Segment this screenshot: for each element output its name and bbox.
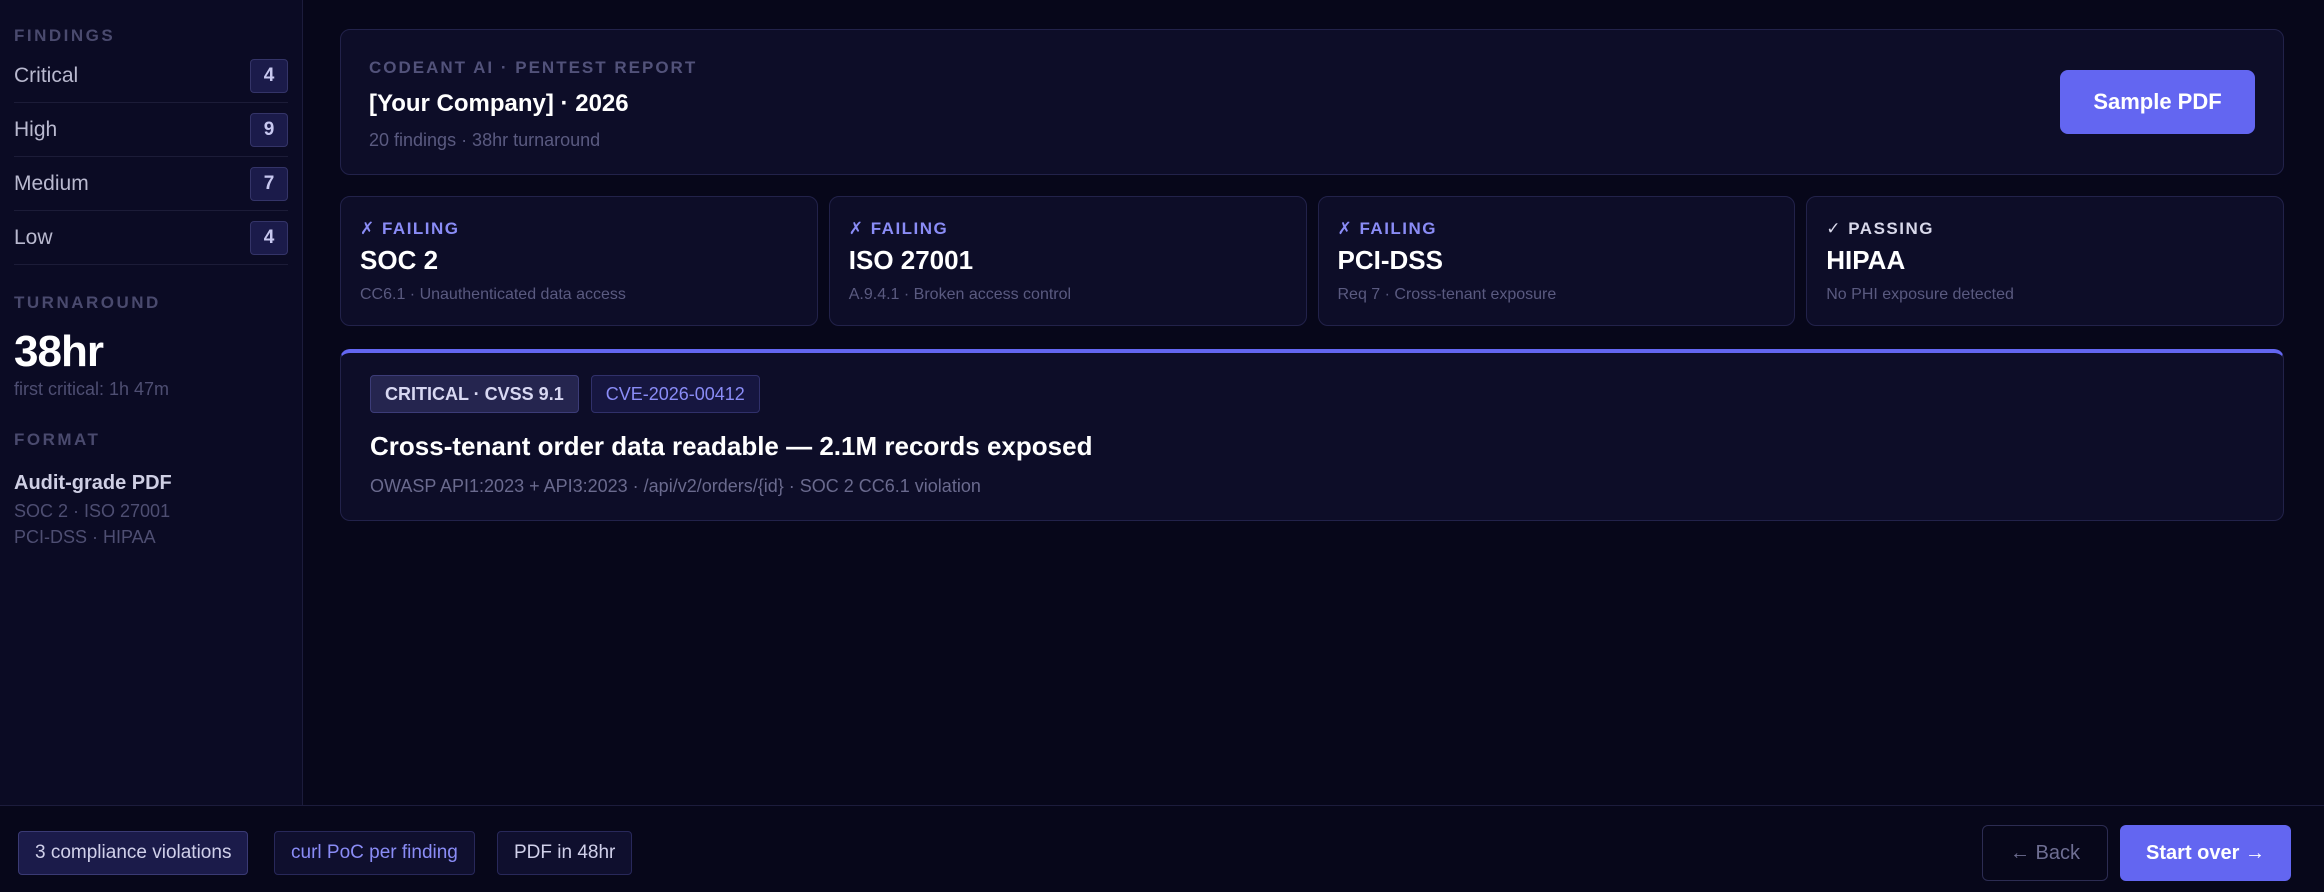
sidebar: FINDINGS Critical 4 High 9 Medium 7 Low … xyxy=(0,0,303,805)
compliance-status: ✗ FAILING xyxy=(848,219,949,238)
finding-card: CRITICAL · CVSS 9.1 CVE-2026-00412 Cross… xyxy=(340,349,2284,521)
format-heading: FORMAT xyxy=(14,430,101,449)
findings-label: Critical xyxy=(14,63,79,87)
findings-label: High xyxy=(14,117,58,141)
start-over-button[interactable]: Start over → xyxy=(2120,825,2291,881)
findings-row-low: Low 4 xyxy=(14,211,288,265)
count-badge: 4 xyxy=(250,58,288,93)
compliance-card-pci-dss: ✗ FAILING PCI-DSS Req 7 · Cross-tenant e… xyxy=(1317,196,1796,326)
report-header-card: CODEANT AI · PENTEST REPORT [Your Compan… xyxy=(340,29,2284,175)
severity-tag: CRITICAL · CVSS 9.1 xyxy=(370,375,579,413)
turnaround-note: first critical: 1h 47m xyxy=(14,379,170,399)
findings-label: Medium xyxy=(14,171,89,195)
compliance-row: ✗ FAILING SOC 2 CC6.1 · Unauthenticated … xyxy=(340,196,2284,326)
turnaround-heading: TURNAROUND xyxy=(14,293,161,312)
compliance-card-hipaa: ✓ PASSING HIPAA No PHI exposure detected xyxy=(1806,196,2284,326)
turnaround-value: 38hr xyxy=(14,327,104,376)
footer-bar: 3 compliance violations curl PoC per fin… xyxy=(0,805,2324,892)
compliance-detail: CC6.1 · Unauthenticated data access xyxy=(360,286,626,303)
count-badge: 4 xyxy=(250,220,288,255)
finding-meta: OWASP API1:2023 + API3:2023 · /api/v2/or… xyxy=(370,476,981,496)
format-standards-line: PCI-DSS · HIPAA xyxy=(14,527,156,547)
findings-label: Low xyxy=(14,225,53,249)
compliance-name: SOC 2 xyxy=(360,245,439,275)
format-standards-line: SOC 2 · ISO 27001 xyxy=(14,501,171,521)
compliance-name: PCI-DSS xyxy=(1337,245,1443,275)
curl-poc-pill: curl PoC per finding xyxy=(274,831,475,875)
sample-pdf-button[interactable]: Sample PDF xyxy=(2060,70,2255,134)
compliance-card-soc2: ✗ FAILING SOC 2 CC6.1 · Unauthenticated … xyxy=(340,196,818,326)
findings-row-critical: Critical 4 xyxy=(14,49,288,103)
finding-tags: CRITICAL · CVSS 9.1 CVE-2026-00412 xyxy=(370,375,2254,413)
compliance-detail: A.9.4.1 · Broken access control xyxy=(848,286,1072,303)
compliance-name: ISO 27001 xyxy=(848,245,974,275)
compliance-detail: No PHI exposure detected xyxy=(1826,286,2014,303)
compliance-status: ✗ FAILING xyxy=(1337,219,1438,238)
findings-row-high: High 9 xyxy=(14,103,288,157)
report-title: [Your Company] · 2026 xyxy=(369,90,629,117)
compliance-name: HIPAA xyxy=(1826,245,1906,275)
count-badge: 7 xyxy=(250,166,288,201)
compliance-status: ✓ PASSING xyxy=(1826,219,1934,238)
compliance-violations-pill: 3 compliance violations xyxy=(18,831,249,875)
format-title: Audit-grade PDF xyxy=(14,472,172,494)
compliance-status: ✗ FAILING xyxy=(360,219,460,238)
report-subtitle: 20 findings · 38hr turnaround xyxy=(369,130,601,150)
count-badge: 9 xyxy=(250,112,288,147)
back-button[interactable]: ← Back xyxy=(1982,825,2108,881)
compliance-detail: Req 7 · Cross-tenant exposure xyxy=(1337,286,1557,303)
finding-title: Cross-tenant order data readable — 2.1M … xyxy=(370,431,1093,461)
format-block: FORMAT Audit-grade PDF SOC 2 · ISO 27001… xyxy=(14,430,288,548)
main-content: CODEANT AI · PENTEST REPORT [Your Compan… xyxy=(340,29,2284,521)
findings-row-medium: Medium 7 xyxy=(14,157,288,211)
report-eyebrow: CODEANT AI · PENTEST REPORT xyxy=(369,58,698,77)
cve-tag: CVE-2026-00412 xyxy=(590,375,760,413)
findings-heading: FINDINGS xyxy=(14,26,116,45)
pdf-turnaround-pill: PDF in 48hr xyxy=(497,831,633,875)
compliance-card-iso27001: ✗ FAILING ISO 27001 A.9.4.1 · Broken acc… xyxy=(828,196,1307,326)
findings-list: Critical 4 High 9 Medium 7 Low 4 xyxy=(14,49,288,265)
turnaround-block: TURNAROUND 38hr first critical: 1h 47m xyxy=(14,293,288,400)
